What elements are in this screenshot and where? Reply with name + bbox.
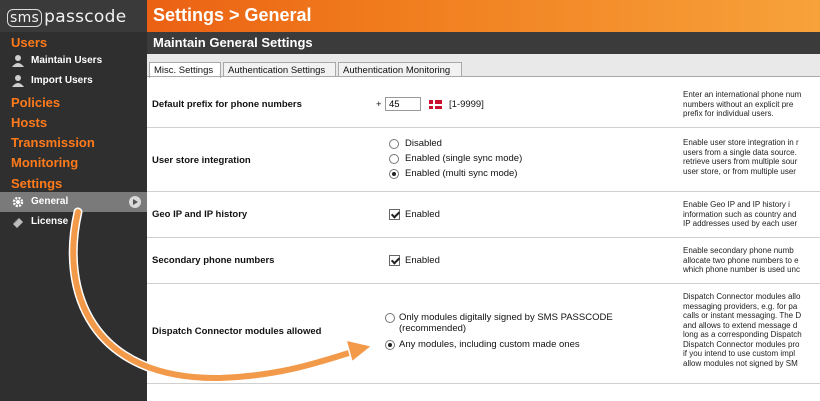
- license-icon: [13, 218, 23, 228]
- settings-row-geo-ip: Geo IP and IP history Enabled Enable Geo…: [147, 192, 820, 238]
- denmark-flag-icon: [429, 100, 442, 109]
- radio-label: Enabled (single sync mode): [405, 153, 523, 164]
- radio-multi-sync[interactable]: [389, 169, 399, 179]
- setting-label: Secondary phone numbers: [152, 255, 275, 266]
- section-title: Maintain General Settings: [147, 32, 820, 54]
- sidebar-item-license[interactable]: License: [0, 212, 147, 232]
- nav-category-monitoring[interactable]: Monitoring: [11, 155, 78, 170]
- sidebar-item-label: General: [31, 196, 69, 207]
- setting-description: Enable Geo IP and IP history i informati…: [683, 200, 798, 228]
- prefix-input[interactable]: [385, 97, 421, 111]
- radio-label: Only modules digitally signed by SMS PAS…: [399, 312, 613, 323]
- page-title: Settings > General: [153, 5, 312, 25]
- sidebar-item-label: License: [31, 216, 69, 227]
- chevron-right-icon: [129, 196, 141, 208]
- logo-sms: sms: [7, 9, 43, 27]
- tab-authentication-settings[interactable]: Authentication Settings: [223, 62, 336, 77]
- sidebar: Users Maintain Users Import Users Polici…: [0, 32, 147, 401]
- radio-signed-modules[interactable]: [385, 313, 395, 323]
- sidebar-item-general[interactable]: General: [0, 192, 147, 212]
- radio-label: Any modules, including custom made ones: [399, 339, 580, 350]
- settings-row-dispatch: Dispatch Connector modules allowed Only …: [147, 284, 820, 384]
- settings-row-secondary-phone: Secondary phone numbers Enabled Enable s…: [147, 238, 820, 284]
- sidebar-item-label: Import Users: [31, 75, 93, 86]
- nav-category-settings[interactable]: Settings: [11, 176, 62, 191]
- nav-category-transmission[interactable]: Transmission: [11, 135, 95, 150]
- setting-description: Enable secondary phone numb allocate two…: [683, 246, 800, 274]
- setting-label: Default prefix for phone numbers: [152, 99, 302, 110]
- logo-text: passcode: [44, 7, 127, 27]
- radio-single-sync[interactable]: [389, 154, 399, 164]
- secondary-phone-checkbox[interactable]: [389, 255, 400, 266]
- logo-area: sms passcode: [0, 0, 147, 32]
- setting-description: Enable user store integration in r users…: [683, 138, 799, 176]
- top-banner: sms passcode Settings > General: [0, 0, 820, 32]
- radio-any-modules[interactable]: [385, 340, 395, 350]
- radio-label: (recommended): [399, 323, 467, 334]
- user-import-icon: [12, 75, 24, 87]
- logo: sms passcode: [7, 7, 126, 27]
- radio-label: Enabled (multi sync mode): [405, 168, 518, 179]
- setting-label: Geo IP and IP history: [152, 209, 248, 220]
- setting-description: Enter an international phone num numbers…: [683, 90, 802, 118]
- checkbox-label: Enabled: [405, 209, 440, 220]
- gear-icon: [12, 196, 24, 208]
- nav-category-hosts[interactable]: Hosts: [11, 115, 47, 130]
- prefix-plus: +: [376, 99, 382, 110]
- setting-label: Dispatch Connector modules allowed: [152, 326, 322, 337]
- prefix-range: [1-9999]: [449, 99, 484, 110]
- tab-bar: Misc. Settings Authentication Settings A…: [147, 54, 820, 78]
- geo-ip-checkbox[interactable]: [389, 209, 400, 220]
- radio-label: Disabled: [405, 138, 442, 149]
- tab-authentication-monitoring[interactable]: Authentication Monitoring: [338, 62, 462, 77]
- checkbox-label: Enabled: [405, 255, 440, 266]
- setting-label: User store integration: [152, 155, 251, 166]
- sidebar-item-import-users[interactable]: Import Users: [0, 71, 147, 91]
- sidebar-item-label: Maintain Users: [31, 55, 103, 66]
- app-window: sms passcode Settings > General Users Mai…: [0, 0, 820, 401]
- main-content: Maintain General Settings Misc. Settings…: [147, 32, 820, 401]
- radio-disabled[interactable]: [389, 139, 399, 149]
- user-icon: [12, 55, 24, 67]
- tab-divider: [147, 76, 820, 77]
- setting-description: Dispatch Connector modules allo messagin…: [683, 292, 802, 368]
- settings-row-user-store: User store integration Disabled Enabled …: [147, 128, 820, 192]
- nav-category-users[interactable]: Users: [11, 35, 47, 50]
- settings-row-prefix: Default prefix for phone numbers + [1-99…: [147, 82, 820, 128]
- sidebar-item-maintain-users[interactable]: Maintain Users: [0, 51, 147, 71]
- nav-category-policies[interactable]: Policies: [11, 95, 60, 110]
